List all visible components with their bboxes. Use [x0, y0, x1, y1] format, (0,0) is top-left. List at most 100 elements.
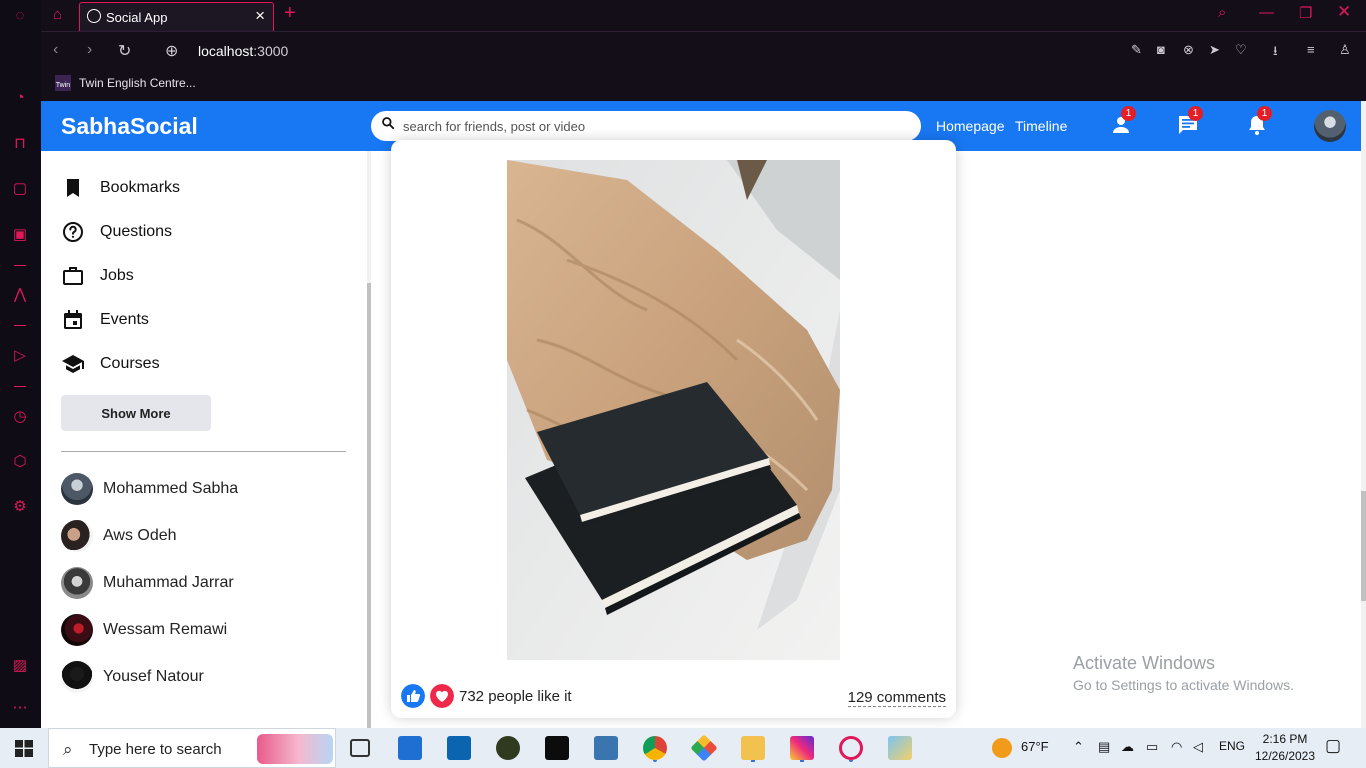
terminal-app-icon[interactable] — [545, 736, 569, 760]
aria-icon[interactable]: ⋀ — [10, 285, 30, 305]
tray-app-icon[interactable]: ▤ — [1098, 739, 1110, 755]
volume-icon[interactable]: ◁ — [1193, 739, 1203, 755]
vscode-app-icon[interactable] — [447, 736, 471, 760]
paint-app-icon[interactable] — [888, 736, 912, 760]
history-icon[interactable]: ◷ — [10, 407, 30, 427]
avatar — [61, 614, 93, 646]
show-more-button[interactable]: Show More — [61, 395, 211, 431]
page-scrollbar[interactable] — [1361, 101, 1366, 728]
language-indicator[interactable]: ENG — [1219, 739, 1245, 753]
windows-start-icon[interactable] — [15, 740, 33, 757]
chevron-up-icon[interactable]: ⌃ — [1073, 739, 1084, 755]
site-info-icon[interactable]: ⊕ — [165, 41, 178, 61]
post-image[interactable] — [507, 160, 840, 660]
timeline-link[interactable]: Timeline — [1015, 118, 1067, 134]
opera-logo-icon[interactable]: ◌ — [10, 6, 30, 26]
profile-avatar[interactable] — [1314, 110, 1346, 142]
taskbar-search[interactable]: ⌕ Type here to search — [48, 728, 336, 768]
gallery-icon[interactable]: ▨ — [10, 656, 30, 676]
new-tab-button[interactable]: + — [284, 2, 296, 25]
friend-name: Aws Odeh — [103, 527, 177, 544]
sidebar-item-label: Questions — [100, 223, 173, 240]
wifi-icon[interactable]: ◠ — [1171, 739, 1182, 755]
messages-button[interactable]: 1 — [1176, 106, 1203, 137]
heart-icon[interactable]: ♡ — [1235, 42, 1247, 58]
task-view-icon[interactable] — [350, 739, 370, 757]
profile-icon[interactable]: ♙ — [1339, 42, 1351, 58]
heart-reaction-icon[interactable] — [430, 684, 454, 708]
tab-title: Social App — [106, 10, 168, 25]
file-explorer-icon[interactable] — [741, 736, 765, 760]
twin-logo-icon: Twin — [55, 75, 71, 91]
mail-app-icon[interactable] — [398, 736, 422, 760]
friend-name: Mohammed Sabha — [103, 480, 239, 497]
activate-windows-watermark: Activate Windows Go to Settings to activ… — [1073, 653, 1294, 693]
easy-setup-icon[interactable]: ✎ — [1131, 42, 1142, 58]
battery-icon[interactable]: ▭ — [1146, 739, 1158, 755]
minimize-button[interactable]: — — [1259, 4, 1274, 21]
shopping-bag-icon[interactable]: ⊓ — [10, 134, 30, 154]
close-tab-icon[interactable]: × — [255, 6, 265, 26]
opera-gx-app-icon[interactable] — [839, 736, 863, 760]
extensions-cube-icon[interactable]: ⬡ — [10, 452, 30, 472]
send-icon[interactable]: ➤ — [1209, 42, 1220, 58]
sidebar-item-bookmarks[interactable]: Bookmarks — [61, 176, 341, 200]
friend-requests-button[interactable]: 1 — [1109, 106, 1136, 137]
snapshot-icon[interactable]: ◙ — [1157, 42, 1165, 57]
notifications-button[interactable]: 1 — [1245, 106, 1272, 137]
url-field[interactable]: localhost:3000 — [198, 43, 288, 59]
watermark-title: Activate Windows — [1073, 653, 1216, 673]
sidebar-scrollbar-thumb[interactable] — [367, 283, 371, 728]
app-icon[interactable] — [690, 734, 718, 762]
friend-item[interactable]: Wessam Remawi — [61, 614, 351, 646]
more-icon[interactable]: ⋯ — [10, 698, 30, 718]
reload-button[interactable]: ↻ — [118, 41, 131, 61]
easy-files-icon[interactable]: ≡ — [1307, 42, 1315, 57]
like-icon[interactable] — [401, 684, 425, 708]
calendar-icon — [64, 310, 82, 329]
sidebar-item-courses[interactable]: Courses — [61, 352, 341, 376]
search-bar — [371, 111, 921, 141]
search-input[interactable] — [403, 117, 903, 135]
windows-taskbar: ⌕ Type here to search 67°F ⌃ ▤ ☁ ▭ ◠ ◁ E… — [0, 728, 1366, 768]
instagram-app-icon[interactable] — [790, 736, 814, 760]
notification-center-icon[interactable]: ▢ — [1325, 736, 1341, 756]
gx-control-icon[interactable]: ⌂ — [53, 6, 62, 23]
help-icon — [63, 222, 83, 242]
twitch-icon[interactable]: ▢ — [10, 179, 30, 199]
friend-item[interactable]: Muhammad Jarrar — [61, 567, 351, 599]
friend-item[interactable]: Aws Odeh — [61, 520, 351, 552]
taskbar-search-text: Type here to search — [89, 741, 222, 758]
sidebar-item-jobs[interactable]: Jobs — [61, 264, 341, 288]
app-icon[interactable] — [496, 736, 520, 760]
notifications-badge: 1 — [1257, 106, 1272, 121]
comments-link[interactable]: 129 comments — [847, 689, 946, 707]
settings-gear-icon[interactable]: ⚙ — [10, 497, 30, 517]
search-tabs-icon[interactable]: ⌕ — [1218, 4, 1226, 21]
back-button[interactable]: ‹ — [53, 41, 58, 59]
weather-temp[interactable]: 67°F — [1021, 739, 1049, 754]
tab-social-app[interactable]: Social App × — [79, 2, 274, 31]
maximize-button[interactable]: ❐ — [1299, 4, 1312, 22]
close-window-button[interactable]: ✕ — [1337, 2, 1351, 22]
friend-item[interactable]: Yousef Natour — [61, 661, 351, 693]
python-app-icon[interactable] — [594, 736, 618, 760]
adblock-icon[interactable]: ⊗ — [1183, 42, 1194, 58]
sidebar-item-questions[interactable]: Questions — [61, 220, 341, 244]
sidebar-scrollbar[interactable] — [367, 151, 371, 728]
friend-item[interactable]: Mohammed Sabha — [61, 473, 351, 505]
player-icon[interactable]: ▷ — [10, 346, 30, 366]
onedrive-icon[interactable]: ☁ — [1121, 739, 1134, 755]
browser-top-chrome: ⌂ Social App × + ⌕ — ❐ ✕ ‹ › ↻ ⊕ localho… — [41, 0, 1366, 101]
taskbar-clock[interactable]: 2:16 PM 12/26/2023 — [1250, 731, 1320, 765]
forward-button[interactable]: › — [87, 41, 92, 59]
sidebar-item-events[interactable]: Events — [61, 308, 341, 332]
download-icon[interactable]: ⭳ — [1273, 42, 1278, 64]
weather-sun-icon[interactable] — [992, 738, 1012, 758]
app-logo[interactable]: SabhaSocial — [61, 113, 198, 140]
page-scrollbar-thumb[interactable] — [1361, 491, 1366, 601]
homepage-link[interactable]: Homepage — [936, 118, 1005, 134]
chrome-app-icon[interactable] — [643, 736, 667, 760]
cpu-limiter-icon[interactable]: ▣ — [10, 225, 30, 245]
speed-dial-icon[interactable]: ◔ — [10, 88, 30, 108]
